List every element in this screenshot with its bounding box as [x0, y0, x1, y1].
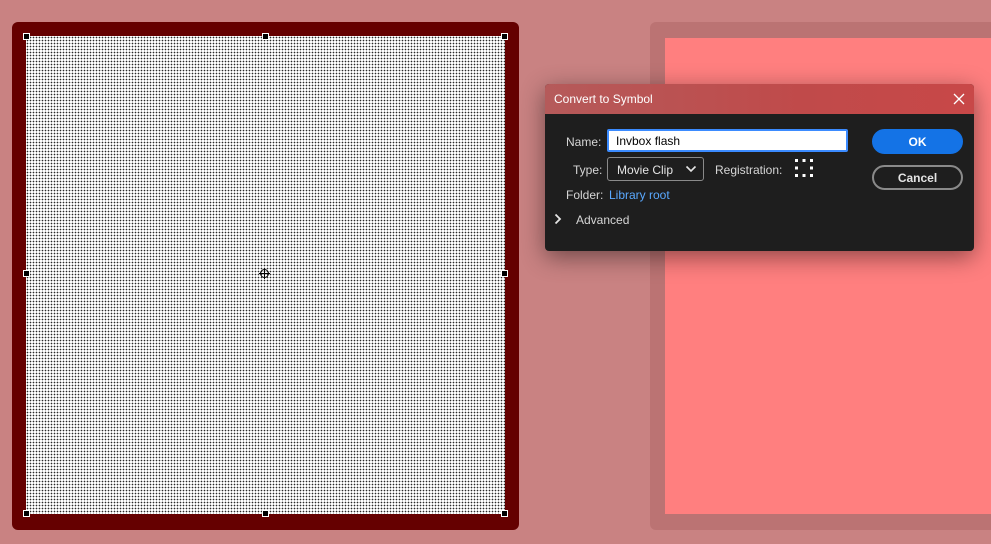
transform-handle-middle-left[interactable] [23, 270, 30, 277]
registration-grid-icon[interactable] [795, 159, 813, 177]
close-button[interactable] [950, 90, 968, 108]
type-label: Type: [573, 163, 603, 177]
ok-button[interactable]: OK [872, 129, 963, 154]
folder-link[interactable]: Library root [609, 188, 670, 202]
registration-label: Registration: [715, 163, 783, 177]
type-select-value: Movie Clip [617, 163, 674, 177]
convert-to-symbol-dialog: Convert to Symbol Name: Type: Movie Clip… [545, 84, 974, 251]
folder-label: Folder: [566, 188, 604, 202]
cancel-button[interactable]: Cancel [872, 165, 963, 190]
crosshair-icon [259, 268, 270, 279]
name-label: Name: [566, 135, 602, 149]
transform-handle-top-left[interactable] [23, 33, 30, 40]
chevron-down-icon [685, 165, 697, 173]
chevron-right-icon[interactable] [553, 213, 563, 225]
transform-handle-top-right[interactable] [501, 33, 508, 40]
transform-handle-bottom-left[interactable] [23, 510, 30, 517]
dialog-title: Convert to Symbol [554, 92, 653, 106]
advanced-toggle[interactable]: Advanced [576, 213, 629, 227]
transform-handle-bottom-right[interactable] [501, 510, 508, 517]
transform-handle-bottom-center[interactable] [262, 510, 269, 517]
transform-handle-top-center[interactable] [262, 33, 269, 40]
name-input[interactable] [607, 129, 848, 152]
close-icon [953, 93, 965, 105]
transform-handle-middle-right[interactable] [501, 270, 508, 277]
stage-canvas[interactable]: Convert to Symbol Name: Type: Movie Clip… [0, 0, 991, 544]
type-select[interactable]: Movie Clip [607, 157, 704, 181]
dialog-titlebar[interactable]: Convert to Symbol [545, 84, 974, 114]
